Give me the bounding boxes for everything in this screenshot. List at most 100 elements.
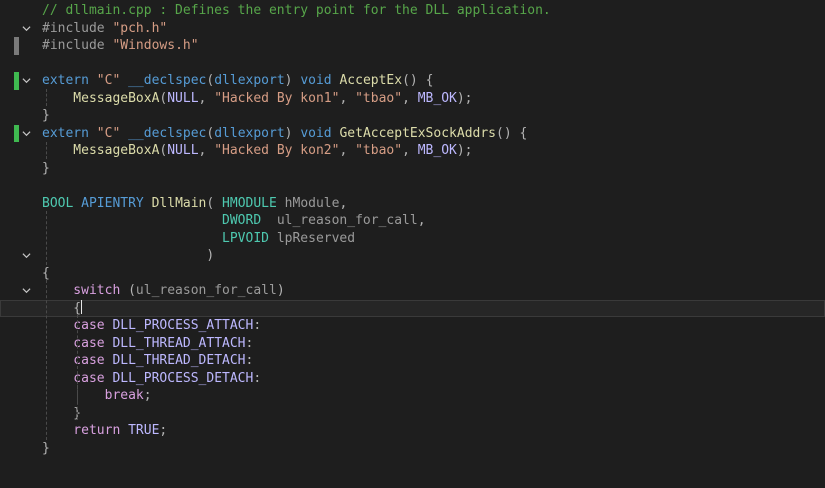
code-text[interactable]: LPVOID lpReserved (42, 230, 355, 248)
code-token: ( (128, 283, 136, 298)
code-line[interactable]: switch (ul_reason_for_call) (0, 282, 825, 300)
text-caret (81, 299, 83, 314)
code-line[interactable]: BOOL APIENTRY DllMain( HMODULE hModule, (0, 195, 825, 213)
code-line[interactable]: DWORD ul_reason_for_call, (0, 212, 825, 230)
code-token: // dllmain.cpp : Defines the entry point… (42, 3, 551, 18)
code-token: return (42, 423, 129, 438)
code-token: { (42, 265, 50, 281)
code-token: DLL_THREAD_DETACH (112, 353, 246, 368)
code-line[interactable]: break; (0, 387, 825, 405)
code-text[interactable]: ) (42, 247, 214, 265)
code-text[interactable]: } (42, 440, 50, 458)
code-editor[interactable]: // dllmain.cpp : Defines the entry point… (0, 0, 825, 488)
code-line[interactable]: extern "C" __declspec(dllexport) void Ge… (0, 124, 825, 143)
code-text[interactable]: switch (ul_reason_for_call) (42, 282, 284, 300)
code-token: , (402, 143, 418, 158)
indent-guide (46, 280, 47, 440)
code-text[interactable]: BOOL APIENTRY DllMain( HMODULE hModule, (42, 195, 347, 213)
code-line[interactable]: { (0, 265, 825, 283)
fold-chevron-icon[interactable] (20, 20, 32, 38)
code-text[interactable]: DWORD ul_reason_for_call, (42, 212, 426, 230)
fold-chevron-icon[interactable] (20, 247, 32, 265)
code-line[interactable]: } (0, 405, 825, 423)
code-token: , (339, 143, 356, 158)
code-text[interactable]: extern "C" __declspec(dllexport) void Ac… (42, 72, 433, 90)
code-token: : (253, 318, 262, 333)
code-line[interactable]: #include "pch.h" (0, 20, 825, 38)
code-token: MB_OK (417, 90, 457, 106)
code-token: extern (42, 73, 97, 88)
code-token: () { (402, 73, 434, 88)
code-token: void (300, 73, 340, 88)
code-line[interactable]: { (0, 299, 825, 317)
code-text[interactable]: } (42, 160, 50, 178)
code-text[interactable]: } (42, 107, 50, 125)
code-token: } (42, 160, 50, 176)
code-text[interactable]: } (42, 405, 81, 423)
code-text[interactable]: #include "Windows.h" (42, 37, 199, 55)
code-token: dllexport (214, 73, 285, 88)
code-text[interactable]: #include "pch.h" (42, 20, 167, 38)
code-token: ); (456, 143, 473, 158)
indent-guide (77, 315, 78, 420)
code-token: , (198, 90, 215, 106)
code-token: "C" (96, 73, 129, 88)
code-token: "pch.h" (112, 20, 168, 36)
code-token: ) (42, 248, 215, 263)
code-text[interactable]: case DLL_THREAD_ATTACH: (42, 335, 253, 353)
code-token: { (42, 300, 82, 316)
code-token: ) (284, 73, 301, 88)
code-token: HMODULE (222, 195, 285, 211)
code-text[interactable]: case DLL_THREAD_DETACH: (42, 352, 253, 370)
fold-chevron-icon[interactable] (20, 72, 32, 90)
code-text[interactable]: break; (42, 387, 152, 405)
code-line[interactable]: MessageBoxA(NULL, "Hacked By kon2", "tba… (0, 142, 825, 160)
code-text[interactable]: extern "C" __declspec(dllexport) void Ge… (42, 125, 527, 143)
indent-guide (77, 385, 78, 402)
code-token: , (198, 143, 215, 158)
code-token: } (42, 405, 82, 421)
code-line[interactable]: case DLL_PROCESS_ATTACH: (0, 317, 825, 335)
code-line[interactable]: MessageBoxA(NULL, "Hacked By kon1", "tba… (0, 90, 825, 108)
code-token: DLL_PROCESS_DETACH (112, 370, 254, 386)
indent-guide (46, 142, 47, 159)
fold-chevron-icon[interactable] (20, 125, 32, 143)
code-token: DLL_PROCESS_ATTACH (112, 318, 254, 333)
code-token: : (253, 370, 262, 386)
fold-chevron-icon[interactable] (20, 282, 32, 300)
code-line[interactable]: } (0, 160, 825, 178)
code-token: ( (206, 195, 223, 211)
code-token: "tbao" (355, 90, 403, 106)
code-line[interactable]: return TRUE; (0, 422, 825, 440)
code-text[interactable]: return TRUE; (42, 422, 167, 440)
code-text[interactable]: MessageBoxA(NULL, "Hacked By kon1", "tba… (42, 90, 472, 108)
code-token: "tbao" (355, 143, 403, 158)
code-line[interactable]: extern "C" __declspec(dllexport) void Ac… (0, 72, 825, 90)
code-token: ) (284, 125, 301, 141)
code-token: break (42, 388, 144, 403)
code-token: TRUE (128, 423, 160, 438)
code-line[interactable]: case DLL_PROCESS_DETACH: (0, 370, 825, 388)
code-text[interactable]: case DLL_PROCESS_ATTACH: (42, 317, 261, 335)
code-text[interactable]: case DLL_PROCESS_DETACH: (42, 370, 261, 388)
code-line[interactable]: } (0, 107, 825, 125)
code-token: "C" (96, 125, 129, 141)
code-line[interactable]: LPVOID lpReserved (0, 230, 825, 248)
code-token: "Windows.h" (112, 38, 199, 53)
code-line[interactable] (0, 55, 825, 73)
code-line[interactable] (0, 177, 825, 195)
code-token: , (417, 213, 426, 228)
code-token: : (245, 335, 254, 351)
code-token: : (245, 353, 254, 368)
code-token: , (402, 90, 418, 106)
code-line[interactable]: ) (0, 247, 825, 265)
code-line[interactable]: case DLL_THREAD_ATTACH: (0, 335, 825, 353)
code-token: () { (496, 125, 528, 141)
code-line[interactable]: // dllmain.cpp : Defines the entry point… (0, 2, 825, 20)
code-line[interactable]: case DLL_THREAD_DETACH: (0, 352, 825, 370)
code-text[interactable]: // dllmain.cpp : Defines the entry point… (42, 2, 551, 20)
code-line[interactable]: #include "Windows.h" (0, 37, 825, 55)
code-text[interactable]: MessageBoxA(NULL, "Hacked By kon2", "tba… (42, 142, 473, 160)
code-line[interactable]: } (0, 440, 825, 458)
code-token: , (339, 195, 348, 211)
